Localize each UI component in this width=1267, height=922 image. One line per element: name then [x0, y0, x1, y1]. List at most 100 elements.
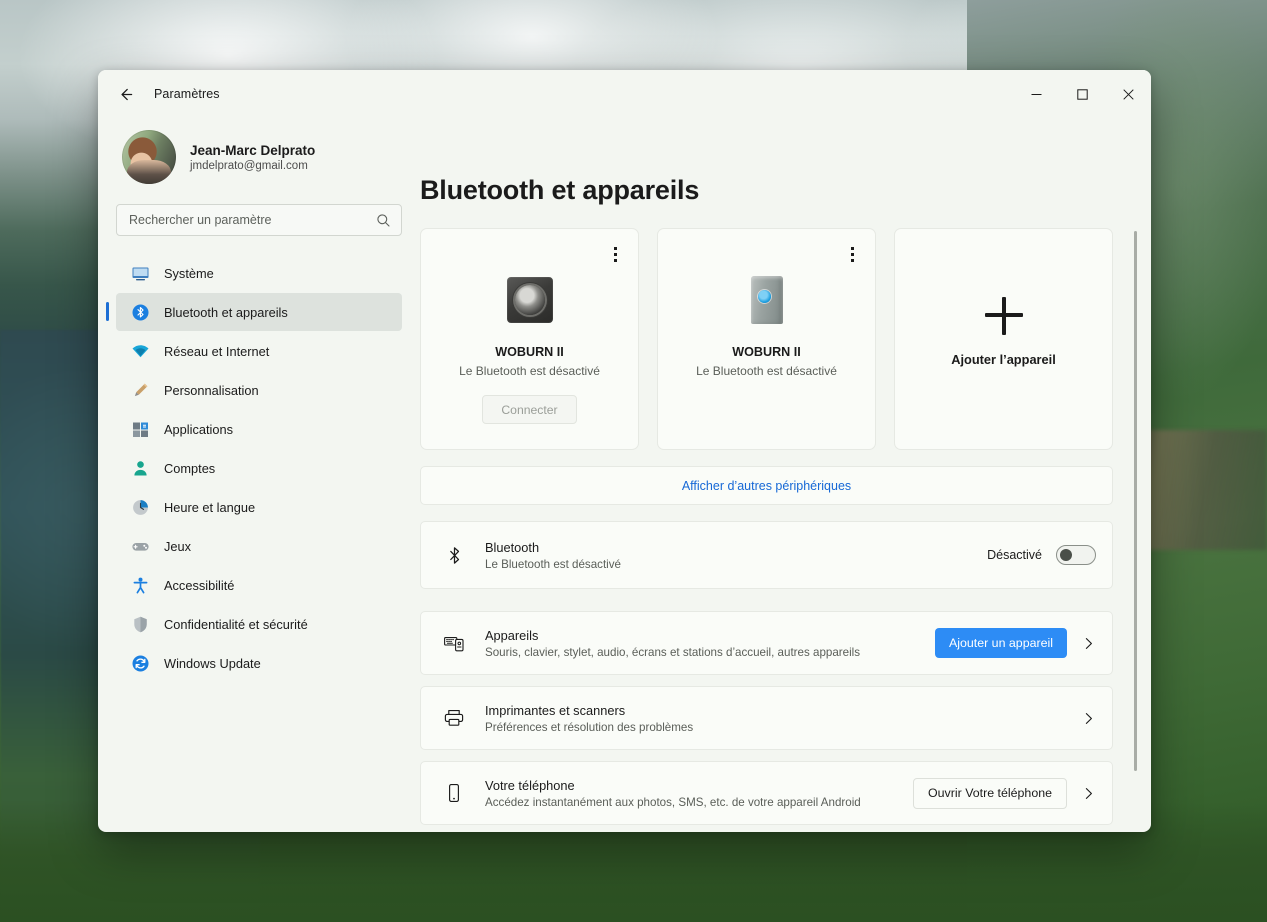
row-subtitle: Souris, clavier, stylet, audio, écrans e…	[485, 645, 861, 659]
pc-tower-icon	[750, 273, 783, 327]
bluetooth-row-actions: Désactivé	[987, 545, 1096, 565]
device-name: WOBURN II	[495, 345, 564, 359]
minimize-icon	[1031, 93, 1041, 95]
sidebar-item-bluetooth-et-appareils[interactable]: Bluetooth et appareils	[106, 293, 402, 331]
close-button[interactable]	[1105, 70, 1151, 118]
more-vertical-icon-dot	[850, 258, 854, 262]
show-more-devices-link[interactable]: Afficher d’autres périphériques	[420, 466, 1113, 505]
maximize-button[interactable]	[1059, 70, 1105, 118]
bluetooth-toggle[interactable]	[1056, 545, 1096, 565]
window-controls	[1013, 70, 1151, 118]
sidebar-item-label: Accessibilité	[164, 577, 235, 593]
apps-icon	[130, 419, 150, 439]
settings-window: Paramètres Jean-Marc Delprato jmdelprato…	[98, 70, 1151, 832]
printer-icon	[439, 707, 469, 729]
avatar	[122, 130, 176, 184]
accessibility-icon	[130, 575, 150, 595]
bluetooth-toggle-label: Désactivé	[987, 548, 1042, 562]
device-name: WOBURN II	[732, 345, 801, 359]
more-vertical-icon-dot	[850, 252, 854, 256]
chevron-right-icon[interactable]	[1081, 786, 1096, 801]
monitor-icon	[130, 263, 150, 283]
bluetooth-row-title: Bluetooth	[485, 539, 540, 555]
sidebar-item-label: Réseau et Internet	[164, 343, 270, 359]
more-vertical-icon-dot	[613, 252, 617, 256]
close-icon	[1122, 88, 1134, 100]
bluetooth-row-text: Bluetooth Le Bluetooth est désactivé	[485, 540, 621, 571]
sidebar-item-label: Système	[164, 265, 214, 281]
device-card-speaker[interactable]: WOBURN II Le Bluetooth est désactivé Con…	[420, 228, 639, 450]
sidebar-item-comptes[interactable]: Comptes	[116, 449, 402, 487]
sidebar-item-jeux[interactable]: Jeux	[116, 527, 402, 565]
maximize-icon	[1076, 88, 1088, 100]
bluetooth-row[interactable]: Bluetooth Le Bluetooth est désactivé Dés…	[420, 521, 1113, 589]
bluetooth-icon	[130, 302, 150, 322]
arrow-left-icon	[120, 88, 132, 100]
devices-icon	[439, 632, 469, 654]
row-telephone-text: Votre téléphone Accédez instantanément a…	[485, 778, 861, 809]
show-more-devices-label: Afficher d’autres périphériques	[681, 478, 852, 493]
sidebar-item-confidentialite-et-securite[interactable]: Confidentialité et sécurité	[116, 605, 402, 643]
row-imprimantes-actions	[1081, 711, 1096, 726]
row-imprimantes-text: Imprimantes et scanners Préférences et r…	[485, 703, 693, 734]
chevron-right-icon[interactable]	[1081, 711, 1096, 726]
device-card-menu-button[interactable]	[604, 243, 626, 265]
open-your-phone-button[interactable]: Ouvrir Votre téléphone	[913, 777, 1067, 809]
row-appareils-actions: Ajouter un appareil	[934, 628, 1096, 658]
sidebar-item-reseau-et-internet[interactable]: Réseau et Internet	[116, 332, 402, 370]
row-imprimantes-et-scanners[interactable]: Imprimantes et scanners Préférences et r…	[420, 686, 1113, 750]
sidebar-item-label: Personnalisation	[164, 382, 259, 398]
sidebar-item-label: Bluetooth et appareils	[164, 304, 288, 320]
sidebar-item-label: Windows Update	[164, 655, 261, 671]
sidebar: Jean-Marc Delprato jmdelprato@gmail.com	[98, 118, 420, 832]
account-name: Jean-Marc Delprato	[190, 142, 316, 158]
brush-icon	[130, 380, 150, 400]
clock-icon	[130, 497, 150, 517]
add-device-card[interactable]: Ajouter l’appareil	[894, 228, 1113, 450]
sidebar-item-accessibilite[interactable]: Accessibilité	[116, 566, 402, 604]
row-title: Votre téléphone	[485, 777, 575, 793]
row-appareils-text: Appareils Souris, clavier, stylet, audio…	[485, 628, 860, 659]
main-scrollbar[interactable]	[1134, 231, 1137, 771]
add-device-button[interactable]: Ajouter un appareil	[934, 628, 1067, 658]
row-title: Appareils	[485, 627, 539, 643]
back-button[interactable]	[108, 79, 142, 109]
connect-button[interactable]: Connecter	[482, 395, 577, 424]
sidebar-item-heure-et-langue[interactable]: Heure et langue	[116, 488, 402, 526]
main-content: Bluetooth et appareils WOBURN II Le Blue…	[420, 118, 1151, 832]
search-icon	[377, 213, 390, 227]
plus-icon	[984, 297, 1023, 335]
window-title: Paramètres	[154, 87, 220, 101]
row-subtitle: Accédez instantanément aux photos, SMS, …	[485, 795, 861, 809]
sidebar-nav: Système Bluetooth et appareils Réseau et…	[106, 254, 402, 682]
search-box[interactable]	[116, 204, 402, 236]
person-icon	[130, 458, 150, 478]
sidebar-item-personnalisation[interactable]: Personnalisation	[116, 371, 402, 409]
chevron-right-icon[interactable]	[1081, 636, 1096, 651]
device-card-pc[interactable]: WOBURN II Le Bluetooth est désactivé	[657, 228, 876, 450]
more-vertical-icon-dot	[850, 246, 854, 250]
sidebar-item-label: Applications	[164, 421, 234, 437]
sidebar-item-label: Confidentialité et sécurité	[164, 616, 308, 632]
device-status: Le Bluetooth est désactivé	[696, 364, 837, 378]
phone-icon	[439, 782, 469, 804]
wifi-icon	[130, 341, 150, 361]
device-card-menu-button[interactable]	[841, 243, 863, 265]
sidebar-item-systeme[interactable]: Système	[116, 254, 402, 292]
more-vertical-icon-dot	[613, 246, 617, 250]
sidebar-item-applications[interactable]: Applications	[116, 410, 402, 448]
bluetooth-row-subtitle: Le Bluetooth est désactivé	[485, 557, 621, 571]
page-title: Bluetooth et appareils	[420, 175, 700, 205]
account-text: Jean-Marc Delprato jmdelprato@gmail.com	[190, 143, 315, 172]
sidebar-item-windows-update[interactable]: Windows Update	[116, 644, 402, 682]
minimize-button[interactable]	[1013, 70, 1059, 118]
search-input[interactable]	[129, 213, 376, 227]
row-appareils[interactable]: Appareils Souris, clavier, stylet, audio…	[420, 611, 1113, 675]
row-votre-telephone[interactable]: Votre téléphone Accédez instantanément a…	[420, 761, 1113, 825]
device-cards-row: WOBURN II Le Bluetooth est désactivé Con…	[420, 228, 1113, 450]
account-block[interactable]: Jean-Marc Delprato jmdelprato@gmail.com	[116, 118, 402, 198]
speaker-icon	[506, 273, 553, 327]
update-icon	[130, 653, 150, 673]
window-body: Jean-Marc Delprato jmdelprato@gmail.com	[98, 118, 1151, 832]
bluetooth-icon	[439, 545, 469, 566]
